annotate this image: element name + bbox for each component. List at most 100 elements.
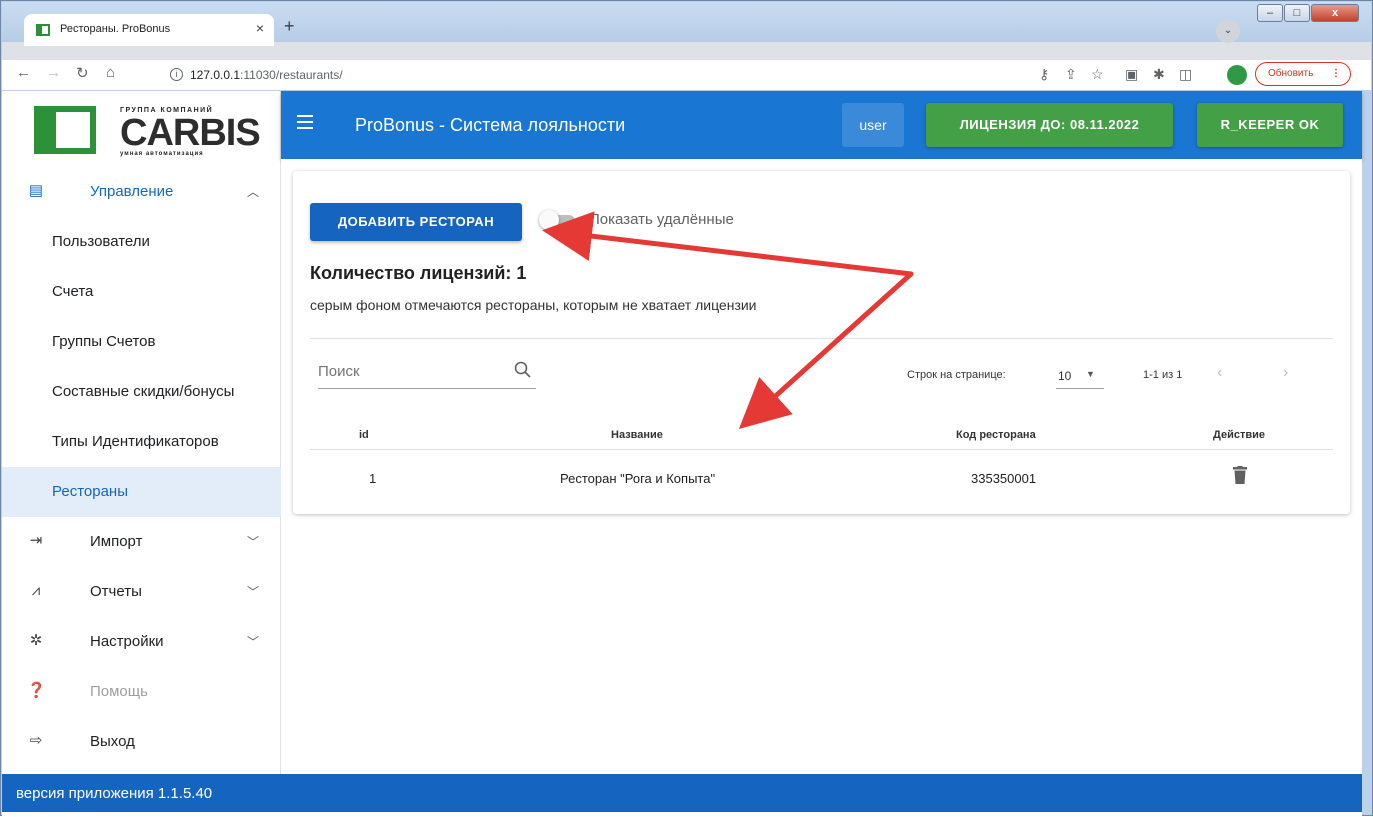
cell-id: 1 — [369, 471, 377, 486]
chart-icon: ⩘ — [31, 582, 41, 599]
sidebar-group-label: Управление — [90, 183, 174, 200]
trash-icon[interactable] — [1233, 466, 1247, 484]
profile-avatar-icon[interactable] — [1227, 65, 1247, 85]
search-input[interactable] — [318, 363, 498, 380]
app-title: ProBonus - Система лояльности — [355, 115, 626, 135]
sidebar-item-identifier-types[interactable]: Типы Идентификаторов — [2, 417, 281, 467]
forward-icon[interactable]: → — [46, 64, 61, 81]
browser-menu-icon[interactable]: ⋮ — [1331, 63, 1341, 85]
site-info-icon[interactable]: i — [170, 68, 183, 81]
rows-per-page-select[interactable]: 10 ▼ — [1056, 361, 1104, 389]
column-header-action: Действие — [1213, 429, 1265, 441]
sidebar-group-management[interactable]: ▤ Управление ︿ — [2, 167, 281, 217]
side-panel-icon[interactable]: ◫ — [1179, 66, 1192, 83]
chevron-up-icon: ︿ — [247, 185, 260, 199]
search-field[interactable] — [318, 359, 536, 389]
sidebar: ГРУППА КОМПАНИЙ CARBIS умная автоматизац… — [2, 91, 281, 774]
user-button[interactable]: user — [842, 103, 904, 147]
table-header-divider — [310, 449, 1333, 450]
carbis-logo: ГРУППА КОМПАНИЙ CARBIS умная автоматизац… — [34, 103, 261, 157]
rows-per-page-value: 10 — [1058, 369, 1072, 383]
key-icon[interactable]: ⚷ — [1039, 66, 1049, 83]
new-tab-icon[interactable]: + — [284, 16, 295, 37]
sidebar-item-settings[interactable]: ✲ Настройки ﹀ — [2, 617, 281, 667]
clipboard-icon: ▤ — [28, 182, 44, 199]
logo-main-text: CARBIS — [120, 112, 261, 154]
import-icon: ⇥ — [29, 532, 43, 549]
window-maximize-button[interactable]: □ — [1284, 4, 1310, 22]
rkeeper-status-button[interactable]: R_KEEPER OK — [1197, 103, 1343, 147]
show-deleted-label: Показать удалённые — [589, 211, 734, 228]
sidebar-item-label: Помощь — [90, 683, 148, 700]
show-deleted-toggle[interactable] — [539, 209, 579, 231]
reload-icon[interactable]: ↻ — [76, 64, 89, 82]
sidebar-item-reports[interactable]: ⩘ Отчеты ﹀ — [2, 567, 281, 617]
help-icon: ❓ — [27, 682, 46, 699]
logout-icon: ⇨ — [29, 732, 43, 749]
browser-toolbar: ← → ↻ ⌂ i 127.0.0.1:11030/restaurants/ ⚷… — [2, 60, 1371, 90]
footer-bar: версия приложения 1.1.5.40 — [2, 774, 1362, 812]
bookmark-star-icon[interactable]: ☆ — [1091, 66, 1104, 83]
back-icon[interactable]: ← — [16, 64, 31, 81]
window-close-button[interactable]: x — [1311, 4, 1359, 22]
extensions-puzzle-icon[interactable]: ✱ — [1153, 66, 1165, 83]
column-header-code[interactable]: Код ресторана — [956, 429, 1036, 441]
sidebar-item-label: Импорт — [90, 533, 143, 550]
license-count: Количество лицензий: 1 — [310, 263, 527, 283]
chevron-down-icon: ﹀ — [247, 635, 260, 649]
sidebar-item-restaurants[interactable]: Рестораны — [2, 467, 281, 517]
divider — [310, 338, 1333, 339]
app-bar: ProBonus - Система лояльности user ЛИЦЕН… — [281, 91, 1362, 159]
tab-title: Рестораны. ProBonus — [60, 23, 171, 35]
app-version: версия приложения 1.1.5.40 — [16, 785, 213, 802]
license-button[interactable]: ЛИЦЕНЗИЯ ДО: 08.11.2022 — [926, 103, 1173, 147]
add-restaurant-button[interactable]: ДОБАВИТЬ РЕСТОРАН — [310, 203, 522, 241]
sidebar-item-label: Типы Идентификаторов — [52, 433, 219, 450]
address-path: :11030/restaurants/ — [240, 68, 343, 82]
pagination-range: 1-1 из 1 — [1143, 369, 1183, 381]
menu-icon[interactable] — [297, 115, 313, 129]
update-browser-button[interactable]: Обновить ⋮ — [1255, 62, 1351, 86]
tab-bar: Рестораны. ProBonus × + ⌄ – □ x — [2, 2, 1371, 46]
address-bar[interactable]: 127.0.0.1:11030/restaurants/ — [190, 64, 343, 86]
column-header-name[interactable]: Название — [611, 429, 663, 441]
sidebar-item-help[interactable]: ❓ Помощь — [2, 667, 281, 717]
extension-screenshot-icon[interactable]: ▣ — [1125, 66, 1138, 83]
home-icon[interactable]: ⌂ — [106, 64, 115, 81]
chevron-down-icon: ﹀ — [247, 585, 260, 599]
logo-sub-text: умная автоматизация — [120, 151, 204, 157]
sidebar-item-label: Составные скидки/бонусы — [52, 383, 235, 400]
next-page-button[interactable]: › — [1283, 364, 1288, 382]
update-label: Обновить — [1268, 68, 1314, 79]
previous-page-button[interactable]: ‹ — [1217, 364, 1222, 382]
search-icon[interactable] — [514, 361, 532, 379]
sidebar-item-accounts[interactable]: Счета — [2, 267, 281, 317]
tab-search-icon[interactable]: ⌄ — [1216, 19, 1240, 43]
sidebar-nav: ▤ Управление ︿ Пользователи Счета Группы… — [2, 167, 281, 767]
toggle-thumb — [539, 210, 559, 230]
column-header-id[interactable]: id — [359, 429, 369, 441]
sidebar-item-label: Группы Счетов — [52, 333, 156, 350]
sidebar-item-account-groups[interactable]: Группы Счетов — [2, 317, 281, 367]
sidebar-item-label: Выход — [90, 733, 135, 750]
sidebar-item-users[interactable]: Пользователи — [2, 217, 281, 267]
browser-tab[interactable]: Рестораны. ProBonus × — [24, 14, 274, 46]
browser-tabstrip: Рестораны. ProBonus × + ⌄ – □ x — [2, 2, 1371, 60]
window-minimize-button[interactable]: – — [1257, 4, 1283, 22]
sidebar-item-label: Настройки — [90, 633, 164, 650]
favicon-icon — [36, 24, 50, 36]
chevron-down-icon: ﹀ — [247, 535, 260, 549]
cell-code: 335350001 — [971, 471, 1037, 486]
tab-close-icon[interactable]: × — [256, 20, 264, 36]
sidebar-item-exit[interactable]: ⇨ Выход — [2, 717, 281, 767]
rows-per-page-label: Строк на странице: — [907, 369, 1006, 381]
sidebar-item-composite-discounts[interactable]: Составные скидки/бонусы — [2, 367, 281, 417]
sidebar-item-label: Рестораны — [52, 483, 128, 500]
caret-down-icon: ▼ — [1086, 369, 1095, 379]
probonus-app: ГРУППА КОМПАНИЙ CARBIS умная автоматизац… — [2, 91, 1362, 817]
cell-name: Ресторан "Рога и Копыта" — [560, 471, 716, 486]
share-icon[interactable]: ⇪ — [1065, 66, 1077, 83]
address-host: 127.0.0.1 — [190, 68, 241, 82]
sidebar-item-label: Отчеты — [90, 583, 142, 600]
sidebar-item-import[interactable]: ⇥ Импорт ﹀ — [2, 517, 281, 567]
